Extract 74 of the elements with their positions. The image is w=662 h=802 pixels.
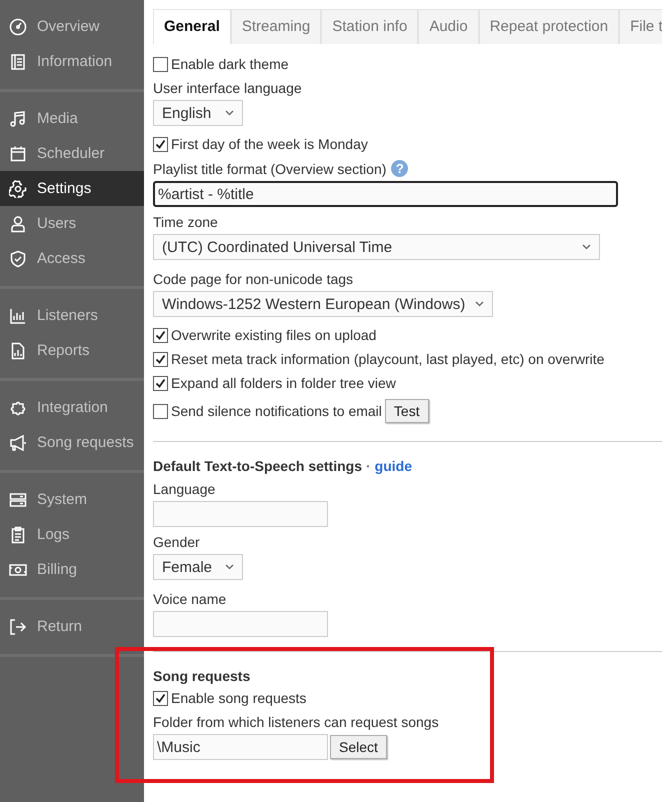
sidebar-item[interactable]: Overview — [0, 9, 144, 44]
field-label: Time zone — [153, 214, 218, 230]
calendar-icon — [9, 144, 27, 162]
checkbox-label: Enable song requests — [171, 690, 306, 706]
checkbox[interactable] — [153, 352, 168, 366]
section-title: Default Text-to-Speech settings — [153, 458, 362, 474]
sidebar-item[interactable]: Information — [0, 44, 144, 79]
section-title: Song requests — [153, 668, 250, 684]
field-label: Voice name — [153, 591, 226, 607]
field-label: Language — [153, 481, 216, 497]
tab[interactable]: Streaming — [230, 9, 322, 44]
dropdown[interactable]: English — [153, 100, 243, 126]
sidebar-item[interactable]: Scheduler — [0, 136, 144, 171]
tab[interactable]: Repeat protection — [478, 9, 620, 44]
test-button[interactable]: Test — [384, 399, 429, 423]
separator-dot: · — [366, 458, 371, 474]
exit-icon — [9, 618, 27, 636]
checkbox-label: Overwrite existing files on upload — [171, 327, 376, 343]
tab[interactable]: Audio — [418, 9, 479, 44]
sidebar-item[interactable]: Integration — [0, 390, 144, 425]
checkbox[interactable] — [153, 376, 168, 390]
user-icon — [9, 214, 27, 232]
checkbox[interactable] — [153, 136, 168, 152]
clipboard-icon — [9, 526, 27, 544]
report-icon — [9, 342, 27, 360]
chart-icon — [9, 306, 27, 324]
guide-link[interactable]: guide — [374, 458, 412, 474]
caret-icon — [475, 301, 484, 307]
field-label: User interface language — [153, 80, 302, 96]
checkbox-label: Send silence notifications to email — [171, 403, 382, 419]
server-icon — [9, 490, 27, 508]
gauge-icon — [9, 18, 27, 36]
sidebar-item[interactable]: System — [0, 482, 144, 517]
book-icon — [9, 52, 27, 70]
input-field[interactable] — [153, 501, 328, 527]
input-field[interactable] — [153, 611, 328, 637]
sidebar-item[interactable]: Media — [0, 101, 144, 136]
sidebar-item[interactable]: Return — [0, 609, 144, 644]
sidebar-item[interactable]: Users — [0, 206, 144, 241]
checkbox[interactable] — [153, 404, 168, 418]
input-field[interactable]: %artist - %title — [153, 181, 618, 207]
sidebar-item[interactable]: Access — [0, 241, 144, 276]
tab[interactable]: General — [153, 9, 231, 44]
dropdown[interactable]: Female — [153, 554, 243, 580]
sidebar-item[interactable]: Billing — [0, 552, 144, 587]
field-label: Gender — [153, 534, 200, 550]
caret-icon — [225, 110, 234, 116]
checkbox-label: Enable dark theme — [171, 56, 289, 72]
dropdown[interactable]: (UTC) Coordinated Universal Time — [153, 234, 600, 260]
sidebar-item[interactable]: Logs — [0, 517, 144, 552]
select-button[interactable]: Select — [330, 735, 387, 759]
checkbox-label: First day of the week is Monday — [171, 136, 368, 152]
checkbox[interactable] — [153, 690, 168, 706]
checkbox-label: Expand all folders in folder tree view — [171, 375, 396, 391]
field-label: Code page for non-unicode tags — [153, 271, 354, 287]
sidebar-item[interactable]: Reports — [0, 333, 144, 368]
field-label: Folder from which listeners can request songs — [153, 714, 439, 730]
caret-icon — [225, 564, 234, 570]
sidebar-item[interactable]: Settings — [0, 171, 144, 206]
field-label: Playlist title format (Overview section) — [153, 160, 386, 176]
checkbox[interactable] — [153, 56, 168, 72]
shield-icon — [9, 250, 27, 268]
sidebar-item[interactable]: Listeners — [0, 298, 144, 333]
caret-icon — [582, 244, 591, 250]
tab[interactable]: Station info — [321, 9, 418, 44]
input-field[interactable]: \Music — [153, 734, 328, 760]
megaphone-icon — [9, 434, 27, 452]
music-icon — [9, 110, 27, 128]
sidebar-item[interactable]: Song requests — [0, 425, 144, 460]
dropdown[interactable]: Windows-1252 Western European (Windows) — [153, 291, 494, 317]
checkbox[interactable] — [153, 328, 168, 342]
checkbox-label: Reset meta track information (playcount, last played, etc) on overwrite — [171, 351, 604, 367]
help-icon[interactable]: ? — [391, 160, 408, 177]
gear-icon — [9, 180, 27, 198]
